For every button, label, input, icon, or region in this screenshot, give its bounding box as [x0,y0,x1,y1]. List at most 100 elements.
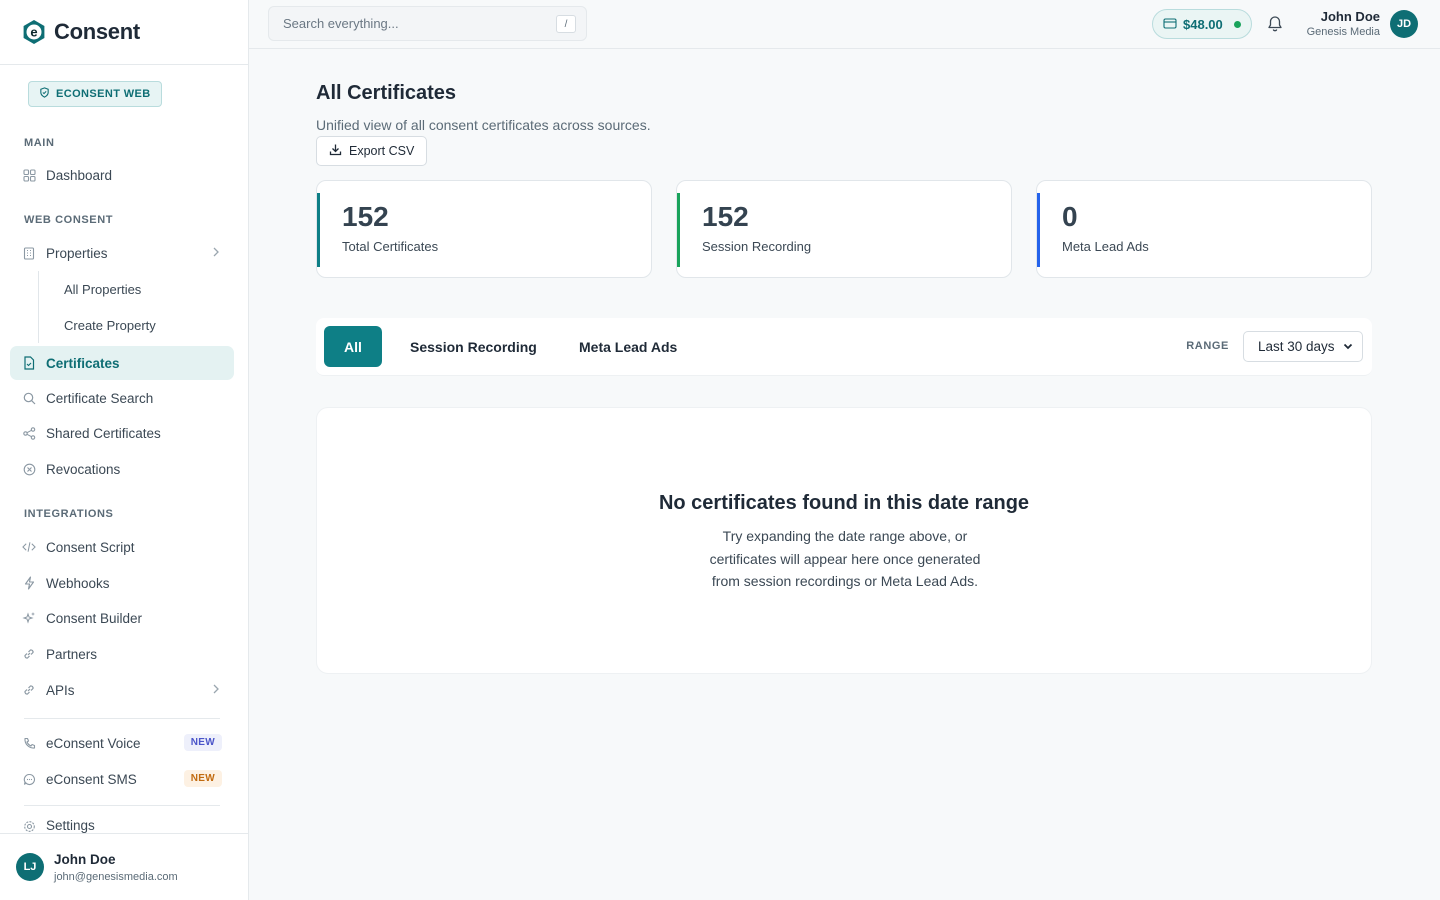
stat-accent-bar [317,193,320,267]
sparkles-icon [22,611,36,625]
file-check-icon [22,356,36,370]
grid-icon [22,168,36,182]
balance-amount: $48.00 [1183,16,1223,32]
econsent-web-badge: ECONSENT WEB [28,81,162,107]
sidebar-subitem-create-property[interactable]: Create Property [38,307,234,343]
export-csv-button[interactable]: Export CSV [316,136,428,166]
search-box[interactable]: / [268,6,587,41]
sidebar-item-label: Webhooks [46,575,110,591]
chevron-right-icon [212,246,220,261]
sidebar-item-label: eConsent Voice [46,735,141,751]
empty-state-title: No certificates found in this date range [658,492,1030,514]
search-icon [22,391,36,405]
sidebar-item-properties[interactable]: Properties [10,236,234,270]
sidebar-item-label: Dashboard [46,167,113,183]
range-select[interactable]: Last 30 days [1243,331,1363,362]
sidebar-item-label: Consent Builder [46,610,143,626]
wallet-balance[interactable]: $48.00 [1152,9,1252,39]
sidebar-user-profile[interactable]: LJ John Doe john@genesismedia.com [0,833,248,900]
sidebar-item-label: Properties [46,245,108,261]
tab-all[interactable]: All [324,326,382,367]
sidebar: e Consent ECONSENT WEB MAIN Dashboard WE… [0,0,249,900]
section-web-consent: WEB CONSENT [24,214,114,226]
status-dot [1233,20,1241,28]
chat-bubble-icon [22,772,36,786]
search-input[interactable] [283,16,543,31]
building-icon [22,246,36,260]
range-label: RANGE [1186,340,1229,352]
sidebar-item-label: eConsent SMS [46,771,137,787]
section-main: MAIN [24,137,55,149]
tab-session-recording[interactable]: Session Recording [394,326,553,367]
link-icon [22,647,36,661]
sidebar-item-revocations[interactable]: Revocations [10,452,234,486]
shield-icon [39,87,50,101]
sidebar-item-label: Partners [46,646,98,662]
sidebar-item-webhooks[interactable]: Webhooks [10,566,234,600]
empty-state-line: certificates will appear here once gener… [709,550,981,567]
sidebar-subitem-all-properties[interactable]: All Properties [38,271,234,307]
sidebar-item-label: Revocations [46,461,121,477]
sidebar-item-label: Certificate Search [46,390,154,406]
user-name: John Doe [54,851,116,867]
range-selected-value: Last 30 days [1258,339,1335,354]
sidebar-item-label: Consent Script [46,539,135,555]
stat-card-total: 152 Total Certificates [316,180,652,278]
export-label: Export CSV [349,144,415,158]
sidebar-item-certificates[interactable]: Certificates [10,346,234,380]
bell-icon[interactable] [1267,15,1283,37]
svg-text:e: e [30,25,37,40]
credit-card-icon [1163,17,1177,32]
x-circle-icon [22,462,36,476]
sidebar-item-certificate-search[interactable]: Certificate Search [10,381,234,415]
sidebar-item-partners[interactable]: Partners [10,637,234,671]
sidebar-item-label: APIs [46,682,75,698]
user-name: John Doe [1320,9,1380,24]
sidebar-item-label: Settings [46,818,95,833]
sidebar-item-shared-certificates[interactable]: Shared Certificates [10,416,234,450]
section-integrations: INTEGRATIONS [24,508,114,520]
empty-state: No certificates found in this date range… [316,407,1372,674]
sidebar-item-consent-builder[interactable]: Consent Builder [10,601,234,635]
sidebar-item-label: Certificates [46,355,120,371]
sidebar-item-settings[interactable]: Settings [10,813,234,833]
sidebar-item-dashboard[interactable]: Dashboard [10,158,234,192]
logo[interactable]: e Consent [0,0,248,65]
stat-value: 152 [342,201,389,232]
empty-state-line: Try expanding the date range above, or [722,528,968,544]
gear-icon [22,819,36,833]
tab-meta-lead-ads[interactable]: Meta Lead Ads [563,326,693,367]
sidebar-item-econsent-voice[interactable]: eConsent Voice NEW [10,726,234,760]
sidebar-item-label: Shared Certificates [46,425,161,441]
stat-accent-bar [1037,193,1040,267]
stat-label: Session Recording [702,239,812,254]
badge-label: ECONSENT WEB [56,88,151,100]
topbar-user[interactable]: John Doe Genesis Media [1307,9,1380,38]
lightning-icon [22,576,36,590]
sidebar-item-econsent-sms[interactable]: eConsent SMS NEW [10,762,234,796]
sidebar-item-apis[interactable]: APIs [10,673,234,707]
consent-logo-icon: e [20,18,48,46]
stat-value: 0 [1062,201,1078,232]
sidebar-divider [24,805,220,806]
topbar: / $48.00 John Doe Genesis Media JD [249,0,1440,49]
stat-label: Meta Lead Ads [1062,239,1149,254]
phone-icon [22,736,36,750]
stat-label: Total Certificates [342,239,439,254]
brand-name: Consent [54,19,140,44]
empty-state-line: from session recordings or Meta Lead Ads… [711,573,979,589]
avatar[interactable]: JD [1390,10,1418,38]
page-title: All Certificates [316,82,457,104]
stat-card-meta-lead-ads: 0 Meta Lead Ads [1036,180,1372,278]
search-shortcut-key: / [556,15,576,33]
download-icon [329,143,342,159]
user-org: Genesis Media [1306,26,1380,38]
page-subtitle: Unified view of all consent certificates… [316,117,651,133]
avatar: LJ [16,853,44,881]
empty-state-description: Try expanding the date range above, or c… [695,525,995,593]
filter-tabs: All Session Recording Meta Lead Ads RANG… [316,318,1372,376]
new-badge: NEW [183,770,222,787]
code-icon [22,540,36,554]
sidebar-item-consent-script[interactable]: Consent Script [10,530,234,564]
sidebar-divider [24,718,220,719]
